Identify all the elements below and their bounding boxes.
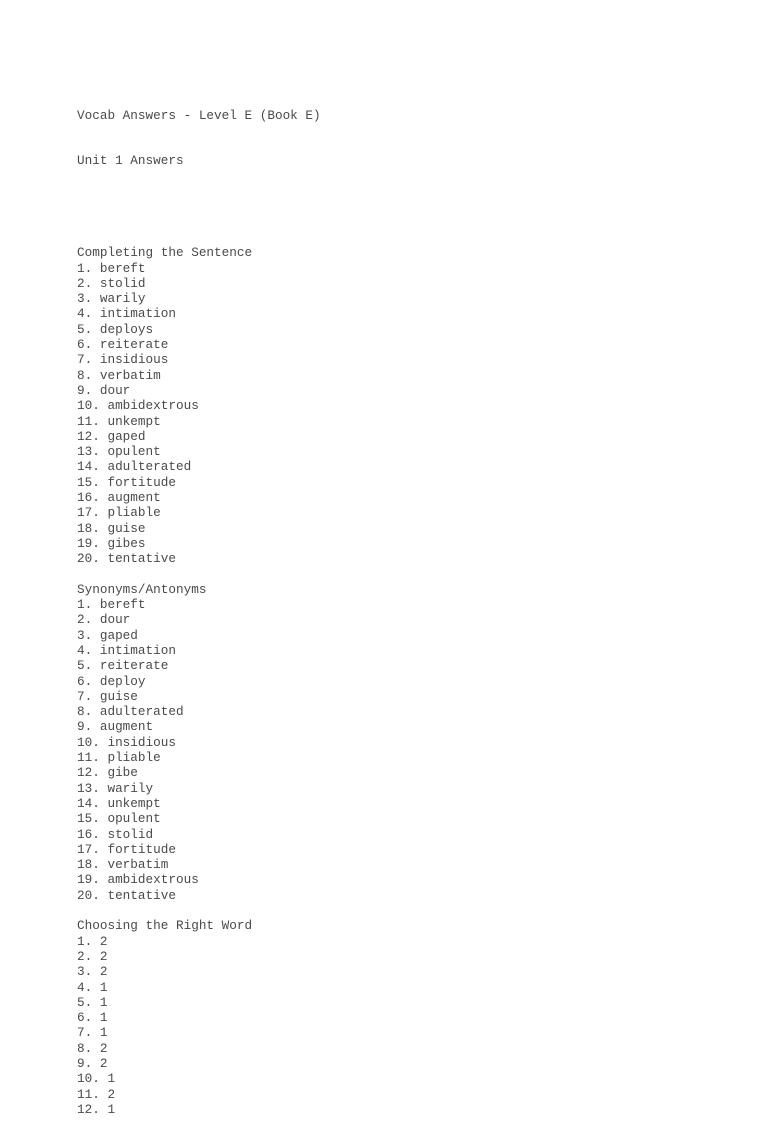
answer-item: 11. unkempt — [77, 413, 161, 429]
answer-item: 15. fortitude — [77, 474, 176, 490]
answer-item: 1. bereft — [77, 260, 146, 276]
answer-item: 8. adulterated — [77, 704, 184, 720]
answer-item: 7. 1 — [77, 1025, 108, 1041]
answer-item: 9. 2 — [77, 1056, 108, 1071]
document-page: Vocab Answers - Level E (Book E) Unit 1 … — [77, 77, 321, 1132]
answer-item: 4. 1 — [77, 979, 108, 995]
answer-item: 10. ambidextrous — [77, 398, 199, 414]
answer-item: 3. 2 — [77, 964, 108, 980]
answer-item: 3. warily — [77, 291, 146, 307]
answer-item: 18. guise — [77, 520, 146, 536]
answer-item: 10. insidious — [77, 734, 176, 750]
answer-item: 3. gaped — [77, 627, 138, 643]
answer-item: 5. 1 — [77, 994, 108, 1010]
answer-item: 9. augment — [77, 719, 154, 735]
answer-section: Completing the Sentence 1. bereft 2. stoli… — [77, 245, 321, 582]
answer-item: 14. adulterated — [77, 459, 192, 475]
section-heading: Synonyms/Antonyms — [77, 581, 207, 597]
answer-item: 20. tentative — [77, 887, 176, 903]
answer-item: 2. 2 — [77, 948, 108, 964]
answer-item: 12. gaped — [77, 428, 146, 444]
answer-item: 8. 2 — [77, 1040, 108, 1056]
answer-item: 19. ambidextrous — [77, 872, 199, 888]
answer-item: 8. verbatim — [77, 367, 161, 383]
section-heading: Choosing the Right Word — [77, 918, 253, 934]
answer-item: 5. deploys — [77, 321, 154, 337]
answer-item: 2. stolid — [77, 275, 146, 291]
answer-item: 15. opulent — [77, 811, 161, 827]
answer-section: Choosing the Right Word 1. 2 2. 2 3. 2 4. 15… — [77, 918, 321, 1117]
answer-item: 12. gibe — [77, 765, 138, 781]
answer-item: 9. dour — [77, 382, 131, 398]
answer-item: 10. 1 — [77, 1071, 116, 1087]
answer-item: 6. reiterate — [77, 337, 169, 353]
answer-item: 16. augment — [77, 490, 161, 506]
document-subtitle: Unit 1 Answers — [77, 153, 184, 169]
answer-item: 4. intimation — [77, 642, 176, 658]
answer-item: 18. verbatim — [77, 857, 169, 873]
answer-item: 6. 1 — [77, 1010, 108, 1026]
answer-item: 2. dour — [77, 612, 131, 628]
answer-item: 17. fortitude — [77, 841, 176, 857]
answer-item: 14. unkempt — [77, 795, 161, 811]
answer-item: 12. 1 — [77, 1101, 116, 1117]
answer-item: 6. deploy — [77, 673, 146, 689]
answer-sections: Completing the Sentence 1. bereft 2. stoli… — [77, 245, 321, 1117]
answer-item: 19. gibes — [77, 535, 146, 551]
answer-item: 7. insidious — [77, 352, 169, 368]
document-title: Vocab Answers - Level E (Book E) — [77, 107, 321, 123]
answer-item: 11. 2 — [77, 1086, 116, 1102]
answer-item: 11. pliable — [77, 750, 161, 766]
answer-item: 13. opulent — [77, 444, 161, 460]
answer-item: 5. reiterate — [77, 658, 169, 674]
answer-item: 13. warily — [77, 780, 154, 796]
answer-item: 1. 2 — [77, 933, 108, 949]
answer-item: 16. stolid — [77, 826, 154, 842]
section-heading: Completing the Sentence — [77, 245, 253, 261]
answer-item: 1. bereft — [77, 597, 146, 613]
answer-item: 7. guise — [77, 688, 138, 704]
answer-item: 4. intimation — [77, 306, 176, 322]
answer-section: Synonyms/Antonyms 1. bereft 2. dour 3. gape… — [77, 582, 321, 919]
answer-item: 17. pliable — [77, 505, 161, 521]
answer-item: 20. tentative — [77, 551, 176, 567]
